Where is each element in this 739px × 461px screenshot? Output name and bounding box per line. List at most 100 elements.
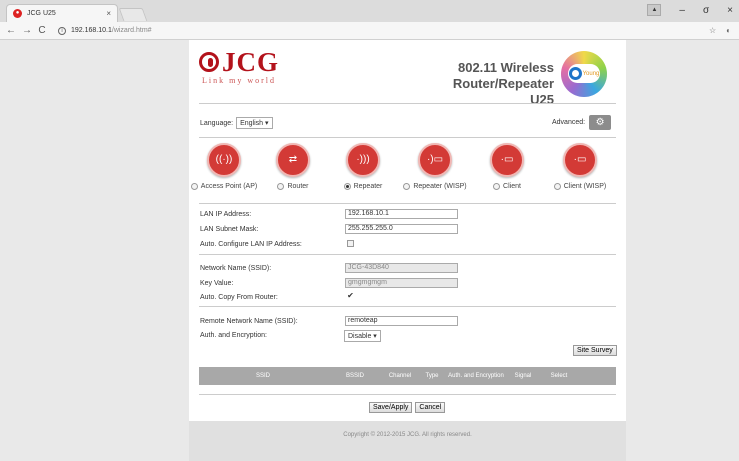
jcg-logo: JCG Link my world <box>199 48 279 85</box>
lan-ip-input[interactable]: 192.168.10.1 <box>345 209 458 219</box>
auto-copy-label: Auto. Copy From Router: <box>200 294 278 301</box>
new-tab-button[interactable] <box>118 8 148 21</box>
lan-mask-label: LAN Subnet Mask: <box>200 226 259 233</box>
remote-ssid-input[interactable]: remoteap <box>345 316 458 326</box>
mode-repeater-wisp[interactable]: ·)▭ Repeater (WISP) <box>398 143 472 190</box>
browser-toolbar: ← → C i 192.168.10.1/wizard.htm# ☆ ◐ <box>0 22 739 40</box>
auto-lan-checkbox[interactable] <box>347 240 354 247</box>
language-label: Language: <box>200 119 234 127</box>
mode-radio-selected[interactable] <box>343 183 351 190</box>
divider <box>199 306 616 307</box>
young-badge-icon: Young <box>561 51 607 97</box>
info-icon[interactable]: i <box>58 26 66 35</box>
site-survey-button[interactable]: Site Survey <box>573 345 617 356</box>
lan-ip-label: LAN IP Address: <box>200 211 252 218</box>
key-label: Key Value: <box>200 280 234 287</box>
col-auth: Auth. and Encryption <box>448 372 504 379</box>
profile-icon[interactable]: ▲ <box>647 4 662 16</box>
ssid-input[interactable]: JCG-43D840 <box>345 263 458 273</box>
window-controls: ▲ – σ × <box>647 4 733 16</box>
page-header: JCG Link my world 802.11 Wireless Router… <box>189 40 626 107</box>
brand-name: JCG <box>222 47 279 77</box>
browser-tabstrip: ● JCG U25 × ▲ – σ × <box>0 0 739 22</box>
jcg-logo-mark-icon <box>199 52 219 72</box>
auto-copy-checkbox[interactable]: ✔ <box>347 292 354 300</box>
divider <box>199 394 616 395</box>
language-row: Language: English ▾ <box>200 117 273 129</box>
col-channel: Channel <box>388 372 412 379</box>
mode-label: Repeater (WISP) <box>413 183 467 190</box>
col-select: Select <box>550 372 568 379</box>
model-line2: U25 <box>530 92 554 107</box>
repeater-wisp-icon[interactable]: ·)▭ <box>418 143 452 177</box>
extension-icon[interactable]: ◐ <box>726 26 731 35</box>
auth-select[interactable]: Disable ▾ <box>344 330 381 342</box>
site-survey-table-header: SSID BSSID Channel Type Auth. and Encryp… <box>199 367 616 385</box>
maximize-button[interactable]: σ <box>703 5 709 16</box>
back-button[interactable]: ← <box>6 25 16 36</box>
language-select[interactable]: English ▾ <box>236 117 273 129</box>
model-line1: 802.11 Wireless Router/Repeater <box>452 60 554 91</box>
jcg-favicon-icon: ● <box>13 9 22 18</box>
brand-slogan: Link my world <box>202 76 276 85</box>
divider <box>199 103 616 104</box>
action-buttons: Save/Apply Cancel <box>369 402 446 413</box>
young-badge-text: Young <box>582 70 600 77</box>
client-icon[interactable]: ·▭ <box>490 143 524 177</box>
col-ssid: SSID <box>255 372 270 379</box>
mode-router[interactable]: ⇄ Router <box>256 143 330 190</box>
cancel-button[interactable]: Cancel <box>415 402 446 413</box>
mode-radio[interactable] <box>190 183 198 190</box>
mode-client[interactable]: ·▭ Client <box>470 143 544 190</box>
mode-label: Client (WISP) <box>563 183 607 190</box>
address-bar[interactable]: i 192.168.10.1/wizard.htm# <box>58 26 152 35</box>
divider <box>199 203 616 204</box>
advanced-row: Advanced: ⚙ <box>552 115 612 130</box>
minimize-button[interactable]: – <box>679 5 685 16</box>
router-icon[interactable]: ⇄ <box>276 143 310 177</box>
mode-radio[interactable] <box>403 183 411 190</box>
divider <box>199 254 616 255</box>
mode-label: Access Point (AP) <box>200 183 258 190</box>
page-footer: Copyright © 2012-2015 JCG. All rights re… <box>189 421 626 461</box>
mode-repeater[interactable]: ·))) Repeater <box>326 143 400 190</box>
mode-radio[interactable] <box>493 183 501 190</box>
divider <box>199 137 616 138</box>
close-window-button[interactable]: × <box>727 5 733 16</box>
mode-label: Router <box>287 183 309 190</box>
url-path: /wizard.htm# <box>111 27 152 34</box>
mode-radio[interactable] <box>277 183 285 190</box>
repeater-icon[interactable]: ·))) <box>346 143 380 177</box>
toolbar-actions: ☆ ◐ <box>709 26 731 35</box>
bookmark-star-icon[interactable]: ☆ <box>709 26 716 35</box>
key-input[interactable]: gmgmgmgm <box>345 278 458 288</box>
advanced-label: Advanced: <box>552 119 586 126</box>
mode-access-point[interactable]: ((·)) Access Point (AP) <box>187 143 261 190</box>
mode-radio[interactable] <box>553 183 561 190</box>
copyright-text: Copyright © 2012-2015 JCG. All rights re… <box>343 432 472 438</box>
browser-tab[interactable]: ● JCG U25 × <box>6 4 118 22</box>
mode-label: Client <box>503 183 521 190</box>
remote-ssid-label: Remote Network Name (SSID): <box>200 318 298 325</box>
auto-lan-label: Auto. Configure LAN IP Address: <box>200 241 302 248</box>
access-point-icon[interactable]: ((·)) <box>207 143 241 177</box>
url-host: 192.168.10.1 <box>71 27 112 34</box>
tab-title: JCG U25 <box>27 10 56 17</box>
model-title: 802.11 Wireless Router/Repeater U25 <box>364 60 554 108</box>
col-type: Type <box>425 372 439 379</box>
client-wisp-icon[interactable]: ·▭ <box>563 143 597 177</box>
mode-label: Repeater <box>353 183 383 190</box>
col-signal: Signal <box>514 372 532 379</box>
forward-button[interactable]: → <box>22 25 32 36</box>
lan-mask-input[interactable]: 255.255.255.0 <box>345 224 458 234</box>
advanced-gear-button[interactable]: ⚙ <box>589 115 612 130</box>
operation-modes: ((·)) Access Point (AP) ⇄ Router ·))) Re… <box>189 143 626 203</box>
tab-close-icon[interactable]: × <box>106 9 111 18</box>
router-wizard-page: JCG Link my world 802.11 Wireless Router… <box>189 40 626 461</box>
ssid-label: Network Name (SSID): <box>200 265 272 272</box>
col-bssid: BSSID <box>345 372 364 379</box>
auth-label: Auth. and Encryption: <box>200 332 267 339</box>
save-apply-button[interactable]: Save/Apply <box>369 402 413 413</box>
mode-client-wisp[interactable]: ·▭ Client (WISP) <box>543 143 617 190</box>
reload-button[interactable]: C <box>38 25 46 36</box>
